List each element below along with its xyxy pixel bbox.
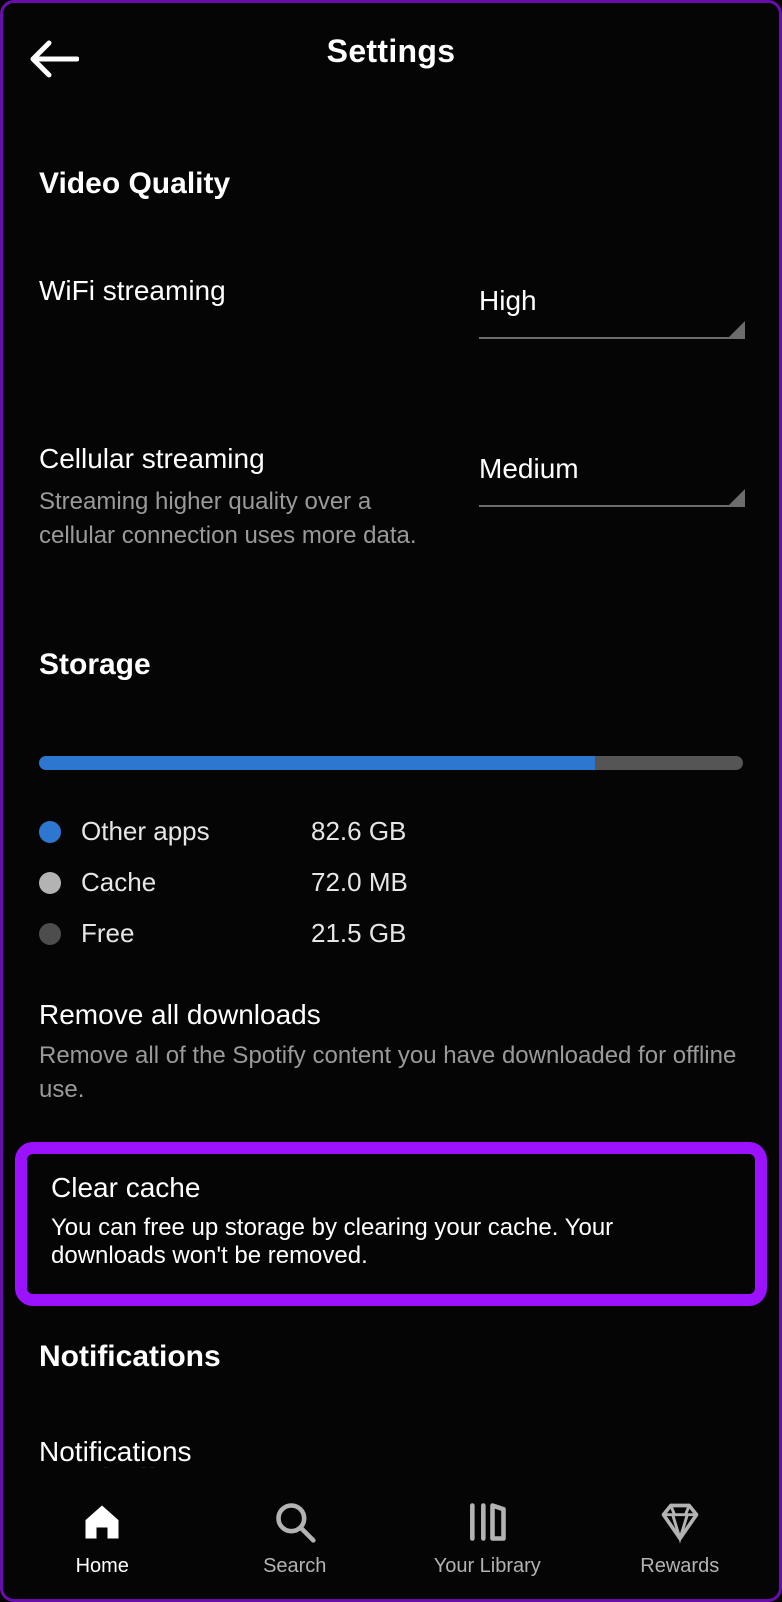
back-button[interactable] [27,39,79,79]
remove-all-downloads-title: Remove all downloads [39,999,743,1031]
wifi-streaming-label: WiFi streaming [39,275,449,307]
nav-label: Search [263,1555,326,1578]
legend-label: Free [81,918,311,949]
legend-dot-icon [39,821,61,843]
clear-cache-title: Clear cache [51,1172,731,1204]
page-title: Settings [327,33,456,70]
nav-label: Your Library [434,1555,541,1578]
legend-label: Cache [81,867,311,898]
clear-cache-button[interactable]: Clear cache You can free up storage by c… [15,1142,767,1306]
clear-cache-sub: You can free up storage by clearing your… [51,1214,731,1270]
wifi-streaming-value: High [479,275,743,337]
legend-row-other-apps: Other apps 82.6 GB [39,806,743,857]
bottom-nav: Home Search Your Library [6,1468,776,1596]
nav-label: Rewards [640,1555,719,1578]
wifi-streaming-dropdown[interactable]: High [479,275,743,339]
dropdown-underline [479,337,743,339]
nav-search[interactable]: Search [199,1468,392,1596]
library-icon [465,1499,509,1545]
dropdown-handle-icon [727,489,745,507]
dropdown-underline [479,505,743,507]
settings-header: Settings [3,3,779,99]
legend-dot-icon [39,923,61,945]
section-heading-notifications: Notifications [39,1340,743,1374]
storage-bar-fill [39,756,595,770]
legend-dot-icon [39,872,61,894]
cellular-streaming-dropdown[interactable]: Medium [479,443,743,507]
dropdown-handle-icon [727,321,745,339]
remove-all-downloads-sub: Remove all of the Spotify content you ha… [39,1039,743,1106]
storage-bar [39,756,743,770]
legend-value: 72.0 MB [311,867,408,898]
nav-your-library[interactable]: Your Library [391,1468,584,1596]
section-heading-video-quality: Video Quality [39,167,743,201]
setting-row-cellular-streaming: Cellular streaming Streaming higher qual… [39,443,743,552]
nav-label: Home [76,1555,129,1578]
legend-label: Other apps [81,816,311,847]
cellular-streaming-sub: Streaming higher quality over a cellular… [39,485,449,552]
legend-row-free: Free 21.5 GB [39,908,743,959]
arrow-left-icon [27,39,79,79]
legend-value: 82.6 GB [311,816,406,847]
setting-row-wifi-streaming: WiFi streaming High [39,275,743,339]
storage-legend: Other apps 82.6 GB Cache 72.0 MB Free 21… [39,806,743,959]
home-icon [80,1499,124,1545]
section-heading-storage: Storage [39,648,743,682]
cellular-streaming-label: Cellular streaming [39,443,449,475]
diamond-icon [658,1499,702,1545]
legend-value: 21.5 GB [311,918,406,949]
nav-home[interactable]: Home [6,1468,199,1596]
search-icon [273,1499,317,1545]
legend-row-cache: Cache 72.0 MB [39,857,743,908]
nav-rewards[interactable]: Rewards [584,1468,777,1596]
remove-all-downloads-button[interactable]: Remove all downloads Remove all of the S… [39,999,743,1106]
cellular-streaming-value: Medium [479,443,743,505]
